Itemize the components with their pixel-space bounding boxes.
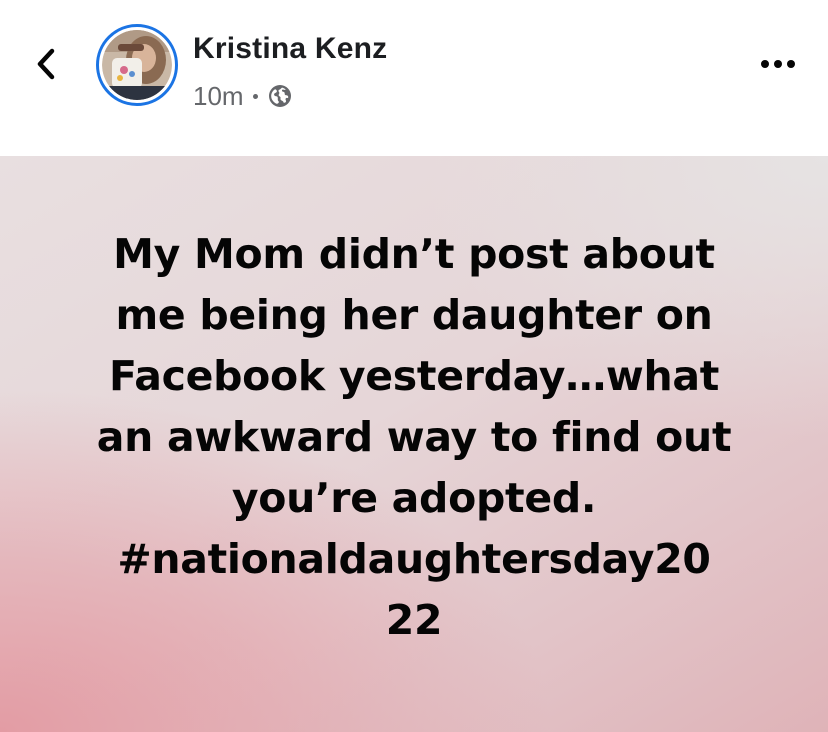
hashtag-link[interactable]: #nationaldaughtersday20: [64, 529, 764, 590]
post-view: Kristina Kenz 10m My Mom didn’t post abo…: [0, 0, 828, 732]
more-options-button[interactable]: [754, 46, 802, 82]
back-button[interactable]: [28, 44, 64, 84]
post-timestamp[interactable]: 10m: [193, 81, 244, 112]
globe-icon[interactable]: [268, 84, 292, 108]
author-name[interactable]: Kristina Kenz: [193, 32, 387, 66]
profile-photo: [102, 30, 172, 100]
post-text-line: an awkward way to find out: [96, 412, 732, 461]
post-text: My Mom didn’t post about me being her da…: [64, 224, 764, 651]
chevron-left-icon: [35, 47, 57, 81]
post-header: Kristina Kenz 10m: [0, 0, 828, 156]
post-meta: 10m: [193, 80, 292, 112]
hashtag-link-continued[interactable]: 22: [64, 590, 764, 651]
post-text-line: My Mom didn’t post about: [113, 229, 715, 278]
post-text-line: you’re adopted.: [231, 473, 597, 522]
avatar[interactable]: [96, 24, 178, 106]
meta-separator-dot: [252, 93, 258, 99]
post-text-line: Facebook yesterday…what: [108, 351, 720, 400]
more-horizontal-icon: [760, 59, 796, 69]
post-text-line: me being her daughter on: [115, 290, 713, 339]
post-background-card[interactable]: My Mom didn’t post about me being her da…: [0, 156, 828, 732]
